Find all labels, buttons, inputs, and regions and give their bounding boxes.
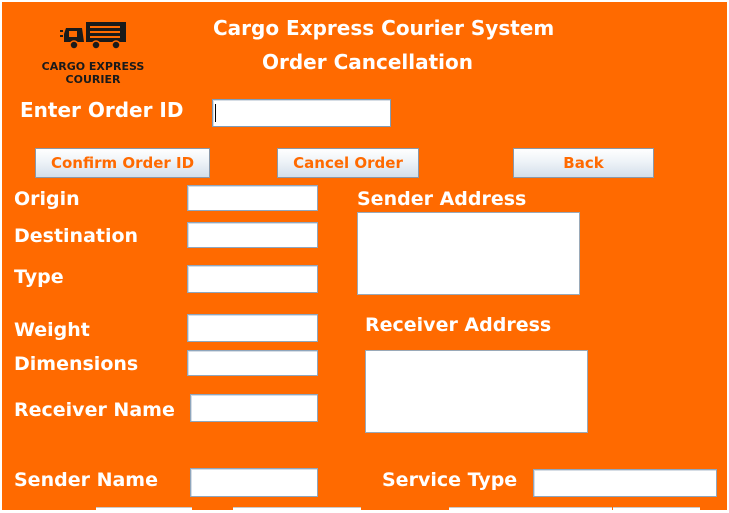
- sender-address-textarea[interactable]: [357, 212, 580, 295]
- confirm-order-id-button[interactable]: Confirm Order ID: [35, 148, 210, 178]
- back-button[interactable]: Back: [513, 148, 654, 178]
- service-type-label: Service Type: [382, 469, 518, 491]
- dimensions-label: Dimensions: [14, 353, 139, 375]
- service-type-field[interactable]: [533, 469, 717, 497]
- receiver-address-textarea[interactable]: [365, 350, 588, 433]
- logo-text: CARGO EXPRESS COURIER: [28, 60, 158, 86]
- destination-field[interactable]: [187, 222, 318, 248]
- hidden-control-4: [613, 507, 700, 513]
- system-title: Cargo Express Courier System: [213, 16, 555, 40]
- sender-address-label: Sender Address: [357, 188, 527, 210]
- logo-line-1: CARGO EXPRESS: [41, 60, 145, 73]
- sender-name-field[interactable]: [190, 468, 318, 497]
- cancel-order-button[interactable]: Cancel Order: [277, 148, 419, 178]
- destination-label: Destination: [14, 225, 139, 247]
- type-label: Type: [14, 266, 64, 288]
- weight-field[interactable]: [187, 314, 318, 342]
- hidden-control-1: [96, 507, 192, 513]
- receiver-address-label: Receiver Address: [365, 314, 552, 336]
- page-title: Order Cancellation: [262, 50, 474, 74]
- order-id-label: Enter Order ID: [20, 98, 184, 122]
- hidden-control-2: [233, 507, 361, 513]
- origin-field[interactable]: [187, 185, 318, 211]
- truck-logo-icon: [60, 16, 132, 52]
- dimensions-field[interactable]: [187, 350, 318, 376]
- logo-line-2: COURIER: [65, 73, 121, 86]
- text-caret: [215, 104, 216, 122]
- receiver-name-label: Receiver Name: [14, 399, 175, 421]
- order-id-input[interactable]: [212, 99, 391, 127]
- origin-label: Origin: [14, 188, 80, 210]
- sender-name-label: Sender Name: [14, 469, 158, 491]
- type-field[interactable]: [187, 265, 318, 293]
- receiver-name-field[interactable]: [190, 394, 318, 422]
- hidden-control-3: [449, 507, 612, 513]
- weight-label: Weight: [14, 319, 90, 341]
